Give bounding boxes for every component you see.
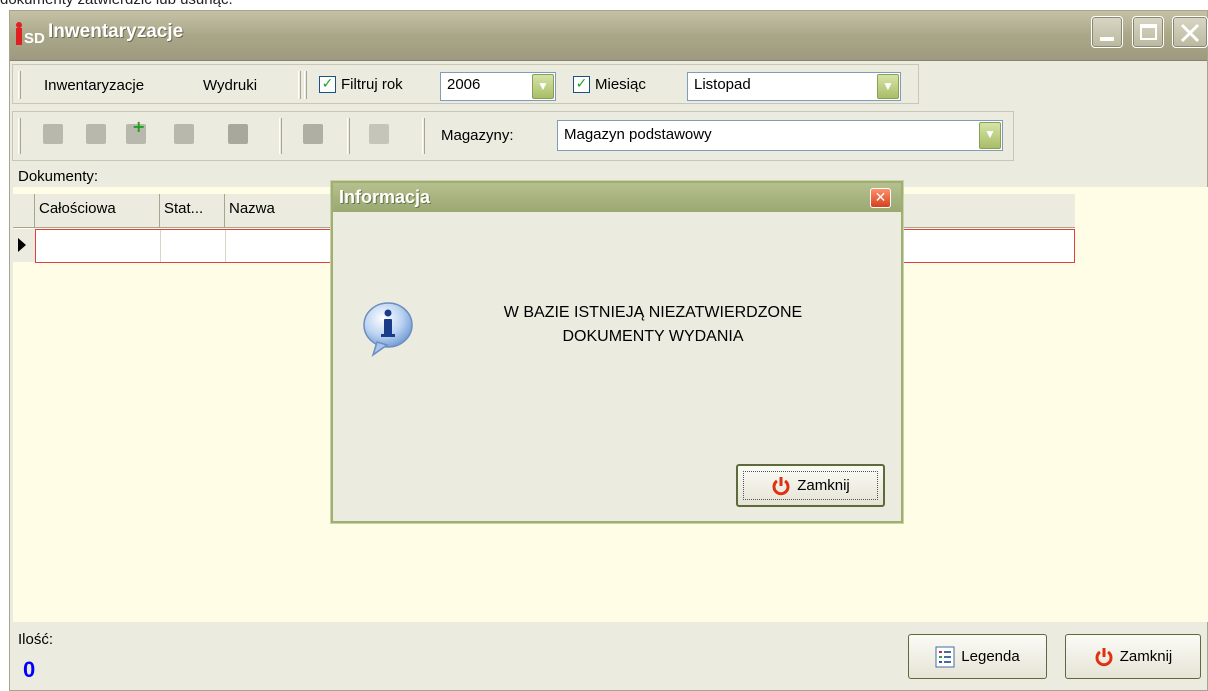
documents-label: Dokumenty: [18,168,99,185]
maximize-button[interactable] [1132,16,1164,48]
chevron-down-icon[interactable]: ▼ [877,74,899,99]
close-window-button[interactable]: Zamknij [1065,634,1201,679]
add-document-icon[interactable]: + [126,119,146,144]
dialog-message-line1: W BAZIE ISTNIEJĄ NIEZATWIERDZONE [503,304,803,321]
dialog-message-line2: DOKUMENTY WYDANIA [562,328,744,345]
close-window-button-label: Zamknij [1119,648,1173,665]
row-indicator-header [13,194,35,227]
save-document-icon[interactable] [86,124,106,144]
menu-wydruki[interactable]: Wydruki [203,77,257,94]
column-header-calosciowa[interactable]: Całościowa [35,194,160,227]
toolbar-grip[interactable] [279,118,282,154]
month-select-value: Listopad [694,76,751,93]
legend-icon [935,646,955,667]
edit-document-icon[interactable] [174,124,194,144]
power-icon [1095,647,1113,666]
chevron-down-icon[interactable]: ▼ [532,74,554,99]
power-icon [772,476,790,495]
toolbar-grip[interactable] [18,118,21,154]
window-titlebar[interactable]: SD Inwentaryzacje [10,11,1208,61]
window-close-button[interactable] [1172,16,1208,48]
menu-inwentaryzacje[interactable]: Inwentaryzacje [44,77,144,94]
dialog-title: Informacja [339,187,431,207]
toolbar-grip[interactable] [18,71,21,99]
filter-month-label[interactable]: Miesiąc [595,76,646,93]
window-title: Inwentaryzacje [48,21,184,42]
current-row-arrow-icon [18,238,26,252]
action-toolbar: + Magazyny: Magazyn podstawowy ▼ [12,111,1014,161]
toolbar-grip[interactable] [304,71,307,99]
minimize-icon [1100,37,1114,41]
warehouse-select[interactable]: Magazyn podstawowy ▼ [557,120,1003,151]
minimize-button[interactable] [1091,16,1123,48]
print-icon[interactable] [228,124,248,144]
warehouse-select-value: Magazyn podstawowy [564,126,712,143]
toolbar-grip[interactable] [298,71,301,99]
document-text-fragment: dokumenty zatwierdzić lub usunąć. [0,0,233,8]
filter-year-checkbox[interactable]: ✓ [319,76,336,93]
app-logo-icon: SD [15,21,49,47]
dialog-close-button[interactable]: ✕ [870,188,891,208]
dialog-message: W BAZIE ISTNIEJĄ NIEZATWIERDZONE DOKUMEN… [463,301,843,349]
info-icon [363,302,413,357]
month-select[interactable]: Listopad ▼ [687,72,901,101]
close-icon: ✕ [874,190,887,206]
dialog-titlebar[interactable]: Informacja ✕ [333,183,901,212]
menu-toolbar: Inwentaryzacje Wydruki ✓ Filtruj rok 200… [12,64,919,104]
filter-year-label[interactable]: Filtruj rok [341,76,403,93]
column-header-status[interactable]: Stat... [160,194,225,227]
count-value: 0 [23,657,36,682]
dialog-close-button-label: Zamknij [797,477,850,494]
close-icon [1180,23,1200,43]
maximize-icon [1140,24,1157,40]
dialog-close-action-button[interactable]: Zamknij [736,464,885,507]
toolbar-grip[interactable] [422,118,425,154]
toolbar-grip[interactable] [347,118,350,154]
legend-button-label: Legenda [961,648,1020,665]
row-indicator[interactable] [13,229,35,262]
copy-icon[interactable] [369,124,389,144]
approve-icon[interactable] [303,124,323,144]
app-logo-text: SD [24,30,45,47]
open-document-icon[interactable] [43,124,63,144]
legend-button[interactable]: Legenda [908,634,1047,679]
count-label: Ilość: [18,631,54,648]
information-dialog: Informacja ✕ W BAZIE ISTNIEJĄ NIEZATWIER… [331,181,903,523]
year-select[interactable]: 2006 ▼ [440,72,556,101]
filter-month-checkbox[interactable]: ✓ [573,76,590,93]
year-select-value: 2006 [447,76,481,93]
chevron-down-icon[interactable]: ▼ [979,122,1001,149]
warehouse-label: Magazyny: [441,127,514,144]
